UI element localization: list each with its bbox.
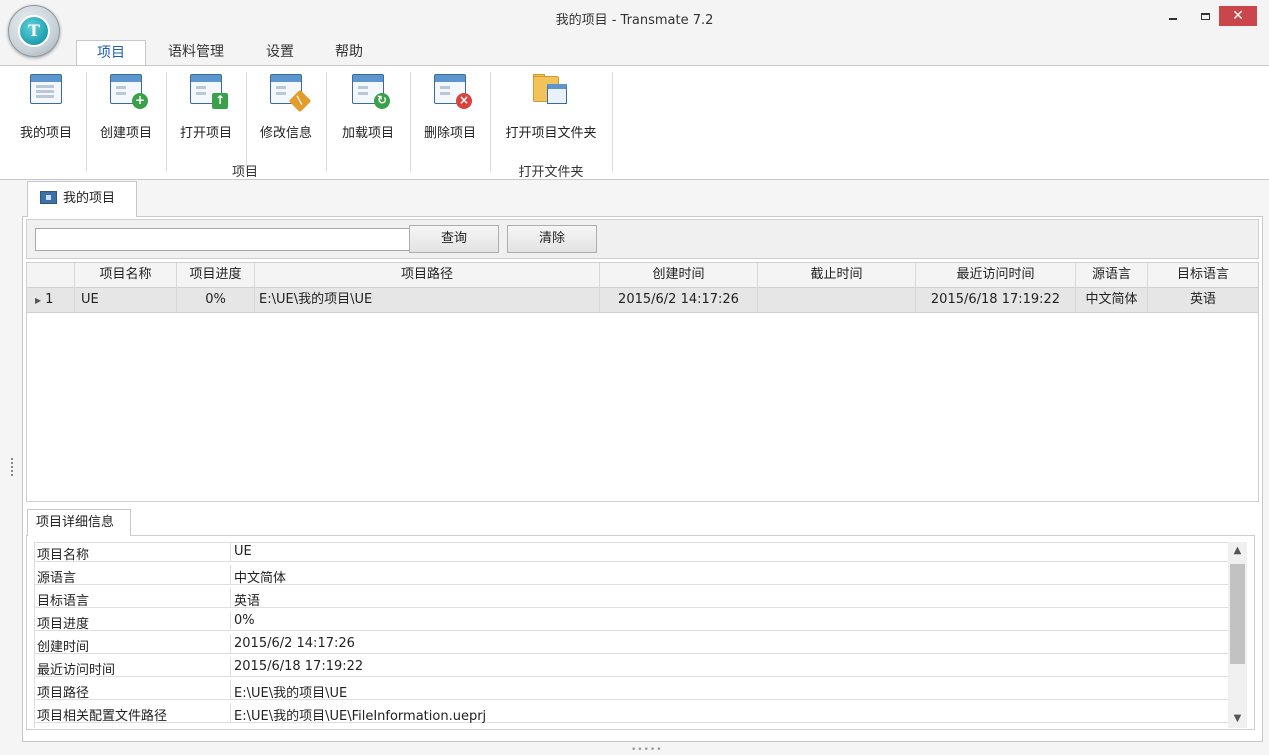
- delete-x-icon: ×: [456, 93, 472, 109]
- details-scrollbar[interactable]: ▲ ▼: [1228, 542, 1247, 728]
- home-window-icon: [40, 191, 57, 204]
- column-header-created[interactable]: 创建时间: [600, 263, 758, 288]
- cell-progress: 0%: [177, 288, 255, 313]
- delete-project-icon: ×: [434, 74, 472, 109]
- edit-info-icon: /: [270, 74, 312, 113]
- column-header-path[interactable]: 项目路径: [255, 263, 600, 288]
- ribbon-divider: [410, 72, 411, 172]
- refresh-icon: ↻: [374, 93, 390, 109]
- cell-source-language: 中文简体: [1076, 288, 1148, 313]
- ribbon-group-divider: [490, 72, 491, 172]
- side-panel-grip[interactable]: [11, 458, 14, 476]
- tab-corpus-management[interactable]: 语料管理: [160, 40, 232, 66]
- column-header-target-language[interactable]: 目标语言: [1148, 263, 1258, 288]
- tab-help[interactable]: 帮助: [321, 40, 377, 66]
- project-list-icon: [30, 74, 62, 104]
- my-projects-button[interactable]: 我的项目: [10, 72, 82, 148]
- folder-icon: [533, 74, 569, 106]
- query-button[interactable]: 查询: [409, 225, 499, 253]
- ribbon-group-label-project: 项目: [231, 165, 258, 180]
- project-grid: 项目名称 项目进度 项目路径 创建时间 截止时间 最近访问时间 源语言 目标语言…: [26, 262, 1259, 502]
- detail-row-name: 项目名称 UE: [34, 542, 1232, 563]
- open-project-folder-button[interactable]: 打开项目文件夹: [494, 72, 608, 148]
- ribbon-divider: [86, 72, 87, 172]
- detail-row-config-path: 项目相关配置文件路径 E:\UE\我的项目\UE\FileInformation.…: [34, 703, 1232, 724]
- create-project-icon: +: [110, 74, 148, 109]
- tab-project-details[interactable]: 项目详细信息: [27, 509, 131, 536]
- minimize-button[interactable]: [1158, 6, 1188, 26]
- detail-row-target-language: 目标语言 英语: [34, 588, 1232, 609]
- app-logo-icon: T: [18, 15, 50, 47]
- detail-row-path: 项目路径 E:\UE\我的项目\UE: [34, 680, 1232, 701]
- bottom-resize-grip[interactable]: •••••: [631, 745, 663, 755]
- delete-project-button[interactable]: × 删除项目: [414, 72, 486, 148]
- cell-path: E:\UE\我的项目\UE: [255, 288, 600, 313]
- scroll-up-icon[interactable]: ▲: [1228, 542, 1247, 560]
- pencil-icon: /: [288, 89, 312, 113]
- title-bar: 我的项目 - Transmate 7.2 ✕: [0, 0, 1269, 36]
- minimize-icon: [1169, 18, 1177, 20]
- ribbon-divider: [246, 72, 247, 172]
- column-header-source-language[interactable]: 源语言: [1076, 263, 1148, 288]
- ribbon-tab-strip: 项目 语料管理 设置 帮助: [0, 36, 1269, 66]
- search-toolbar: 查询 清除: [26, 219, 1259, 259]
- detail-row-created: 创建时间 2015/6/2 14:17:26: [34, 634, 1232, 655]
- plus-icon: +: [132, 93, 148, 109]
- create-project-button[interactable]: + 创建项目: [90, 72, 162, 148]
- detail-row-source-language: 源语言 中文简体: [34, 565, 1232, 586]
- ribbon-divider: [166, 72, 167, 172]
- maximize-button[interactable]: [1190, 6, 1220, 26]
- tab-project[interactable]: 项目: [76, 40, 146, 66]
- clear-button[interactable]: 清除: [507, 225, 597, 253]
- column-header-index: [27, 263, 75, 288]
- open-project-button[interactable]: ↑ 打开项目: [170, 72, 242, 148]
- row-index-cell: ▶ 1: [27, 288, 75, 313]
- window-title: 我的项目 - Transmate 7.2: [555, 13, 714, 28]
- cell-target-language: 英语: [1189, 292, 1216, 307]
- edit-info-button[interactable]: / 修改信息: [250, 72, 322, 148]
- grid-header: 项目名称 项目进度 项目路径 创建时间 截止时间 最近访问时间 源语言 目标语言: [27, 263, 1258, 288]
- close-button[interactable]: ✕: [1219, 6, 1257, 26]
- detail-row-progress: 项目进度 0%: [34, 611, 1232, 632]
- cell-name: UE: [75, 288, 177, 313]
- app-logo-button[interactable]: T: [8, 5, 60, 57]
- cell-created: 2015/6/2 14:17:26: [600, 288, 758, 313]
- row-pointer-icon: ▶: [35, 296, 42, 305]
- table-row[interactable]: ▶ 1 UE 0% E:\UE\我的项目\UE 2015/6/2 14:17:26…: [27, 288, 1258, 313]
- arrow-up-icon: ↑: [212, 93, 228, 109]
- column-header-progress[interactable]: 项目进度: [177, 263, 255, 288]
- scrollbar-thumb[interactable]: [1230, 564, 1245, 664]
- column-header-last-access[interactable]: 最近访问时间: [916, 263, 1076, 288]
- cell-last-access: 2015/6/18 17:19:22: [916, 288, 1076, 313]
- tab-settings[interactable]: 设置: [252, 40, 308, 66]
- project-details-panel: 项目名称 UE 源语言 中文简体 目标语言 英语 项目进度 0% 创建时间 2015/6/…: [26, 535, 1255, 730]
- ribbon-group-label-open-folder: 打开文件夹: [518, 165, 584, 180]
- scroll-down-icon[interactable]: ▼: [1228, 710, 1247, 728]
- maximize-icon: [1200, 12, 1210, 20]
- column-header-deadline[interactable]: 截止时间: [758, 263, 916, 288]
- cell-deadline: [758, 288, 916, 313]
- search-input[interactable]: [35, 228, 428, 251]
- open-project-icon: ↑: [190, 74, 228, 109]
- load-project-button[interactable]: ↻ 加载项目: [330, 72, 406, 148]
- ribbon-panel: 我的项目 + 创建项目 ↑ 打开项目 / 修改信息 ↻ 加载项目 × 删除项目 …: [0, 65, 1269, 180]
- detail-row-last-access: 最近访问时间 2015/6/18 17:19:22: [34, 657, 1232, 678]
- ribbon-group-divider: [612, 72, 613, 172]
- column-header-name[interactable]: 项目名称: [75, 263, 177, 288]
- ribbon-divider: [326, 72, 327, 172]
- load-project-icon: ↻: [352, 74, 390, 109]
- tab-my-projects[interactable]: 我的项目: [27, 181, 137, 217]
